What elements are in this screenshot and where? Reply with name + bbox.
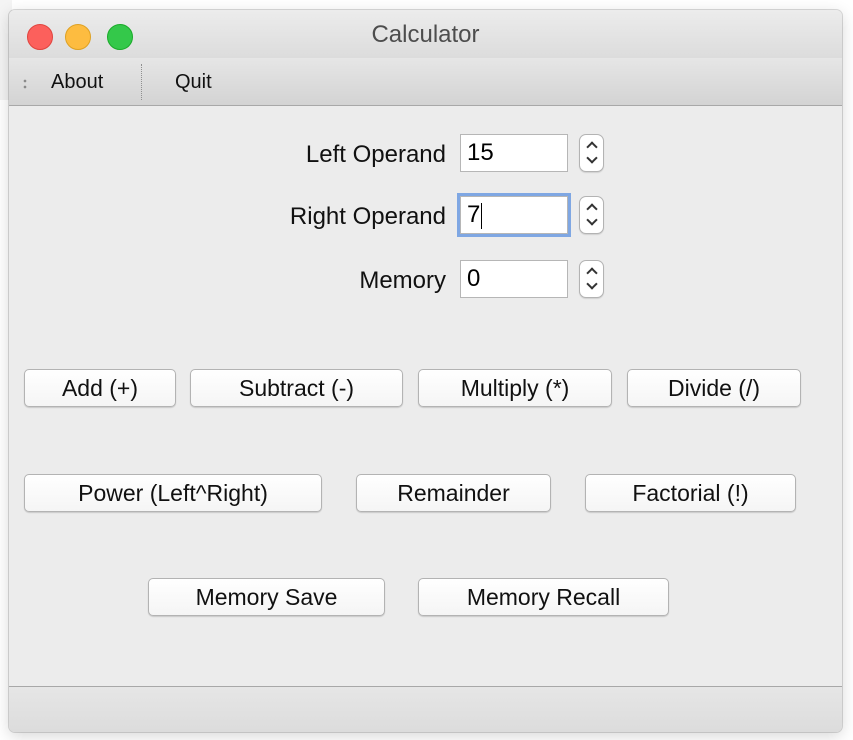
chevron-up-icon: [586, 267, 598, 279]
memory-increment[interactable]: [580, 261, 603, 279]
right-operand-increment[interactable]: [580, 197, 603, 215]
chevron-down-icon: [586, 152, 598, 164]
chevron-down-icon: [586, 278, 598, 290]
multiply-button[interactable]: Multiply (*): [418, 369, 612, 407]
title-bar[interactable]: Calculator: [9, 10, 842, 58]
left-operand-label: Left Operand: [305, 141, 446, 168]
memory-label: Memory: [359, 267, 446, 294]
memory-decrement[interactable]: [580, 278, 603, 297]
right-operand-value: 7: [467, 201, 481, 228]
window-title: Calculator: [371, 21, 480, 48]
left-operand-decrement[interactable]: [580, 152, 603, 171]
right-operand-decrement[interactable]: [580, 214, 603, 233]
right-operand-input[interactable]: 7: [460, 196, 568, 234]
about-button[interactable]: About: [51, 71, 103, 94]
remainder-button[interactable]: Remainder: [356, 474, 551, 512]
factorial-button[interactable]: Factorial (!): [585, 474, 796, 512]
left-operand-input[interactable]: 15: [460, 134, 568, 172]
memory-stepper[interactable]: [579, 260, 604, 298]
subtract-button[interactable]: Subtract (-): [190, 369, 403, 407]
text-caret: [481, 202, 483, 229]
chevron-up-icon: [586, 203, 598, 215]
divide-button[interactable]: Divide (/): [627, 369, 801, 407]
memory-save-button[interactable]: Memory Save: [148, 578, 385, 616]
quit-button[interactable]: Quit: [175, 71, 212, 94]
chevron-up-icon: [586, 141, 598, 153]
memory-input[interactable]: 0: [460, 260, 568, 298]
toolbar: About Quit: [9, 58, 842, 106]
calculator-window: Calculator About Quit Left Operand 15 Ri…: [9, 10, 842, 732]
right-operand-stepper[interactable]: [579, 196, 604, 234]
left-operand-increment[interactable]: [580, 135, 603, 153]
power-button[interactable]: Power (Left^Right): [24, 474, 322, 512]
toolbar-grip-icon[interactable]: [23, 78, 27, 90]
status-bar: [9, 686, 842, 732]
chevron-down-icon: [586, 214, 598, 226]
right-operand-label: Right Operand: [289, 203, 446, 230]
toolbar-separator: [141, 64, 142, 100]
add-button[interactable]: Add (+): [24, 369, 176, 407]
memory-recall-button[interactable]: Memory Recall: [418, 578, 669, 616]
left-operand-stepper[interactable]: [579, 134, 604, 172]
